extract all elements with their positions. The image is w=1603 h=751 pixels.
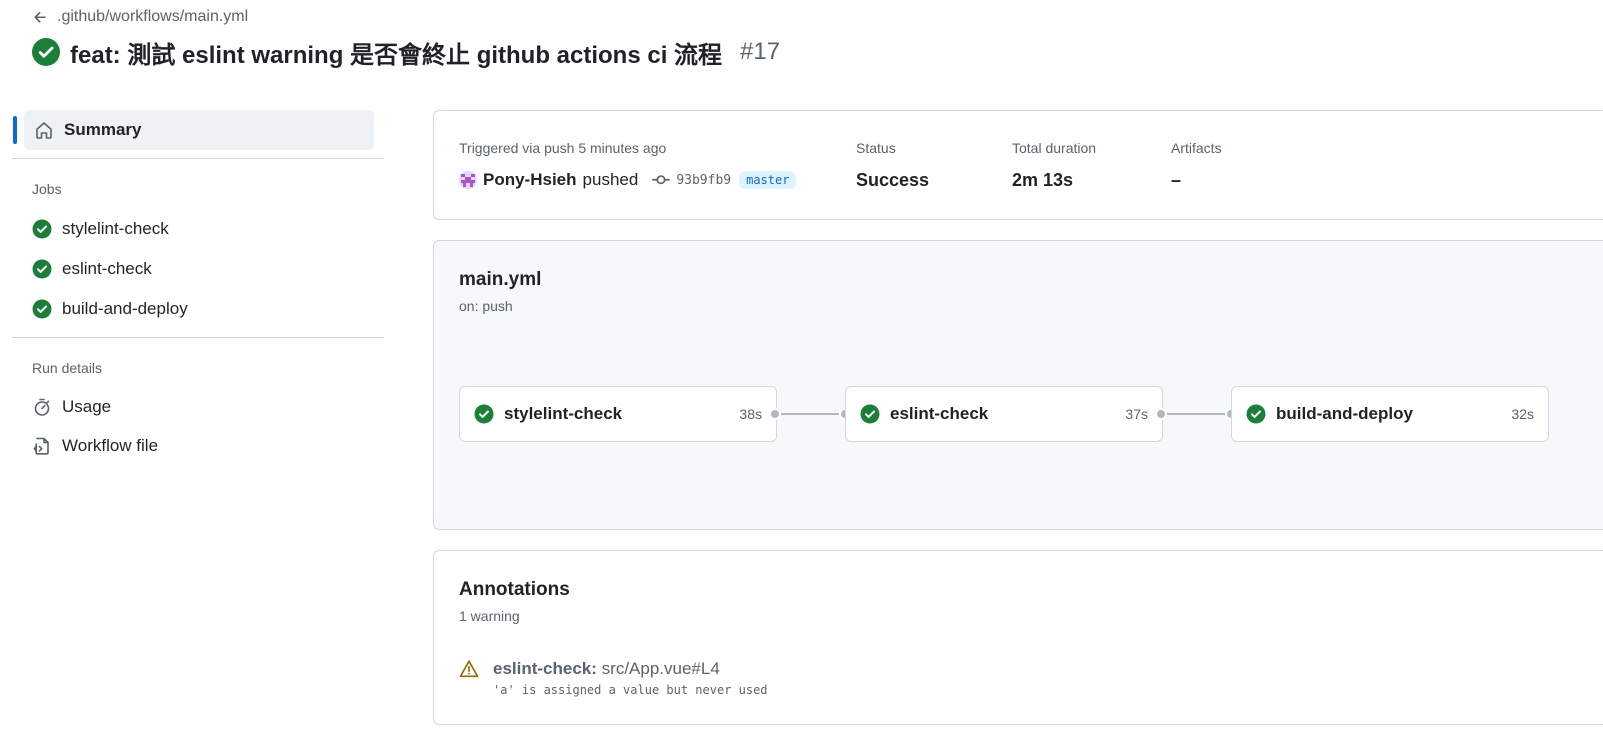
run-summary-panel: Triggered via push 5 minutes ago Pony-Hs… xyxy=(433,110,1603,220)
artifacts-value: – xyxy=(1171,170,1182,190)
identicon-icon xyxy=(461,174,475,187)
workflow-trigger: on: push xyxy=(459,298,513,314)
check-circle-fill-icon xyxy=(32,299,52,319)
stopwatch-icon xyxy=(34,398,50,416)
connector-dot xyxy=(1155,408,1167,420)
job-connector xyxy=(781,413,839,415)
job-duration: 37s xyxy=(1125,406,1148,422)
job-name: build-and-deploy xyxy=(1276,404,1413,423)
annotations-panel: Annotations 1 warning eslint-check: src/… xyxy=(433,550,1603,725)
action-verb: pushed xyxy=(582,170,639,189)
job-card-eslint-check[interactable]: eslint-check 37s xyxy=(845,386,1163,442)
trigger-column: Triggered via push 5 minutes ago Pony-Hs… xyxy=(459,139,797,191)
sidebar-item-label: Summary xyxy=(64,120,142,139)
artifacts-column: Artifacts – xyxy=(1171,139,1222,191)
sidebar-item-label: Usage xyxy=(62,397,112,416)
git-commit-icon xyxy=(652,175,671,185)
annotation-message: 'a' is assigned a value but never used xyxy=(493,683,768,697)
status-value: Success xyxy=(856,170,930,190)
job-duration: 32s xyxy=(1511,406,1534,422)
run-details-heading: Run details xyxy=(32,360,103,376)
annotation-link[interactable]: eslint-check: src/App.vue#L4 xyxy=(493,657,768,681)
commit-sha-link[interactable]: 93b9fb9 xyxy=(676,173,731,188)
sidebar-item-label: Workflow file xyxy=(62,436,159,455)
sidebar-item-label: eslint-check xyxy=(62,259,152,278)
annotation-location: src/App.vue#L4 xyxy=(601,659,720,678)
status-label: Status xyxy=(856,140,896,156)
check-circle-fill-icon xyxy=(32,219,52,239)
sidebar-item-stylelint-check[interactable]: stylelint-check xyxy=(12,209,384,249)
annotation-body: eslint-check: src/App.vue#L4 'a' is assi… xyxy=(493,657,768,697)
job-name: eslint-check xyxy=(890,404,989,423)
sidebar-item-usage[interactable]: Usage xyxy=(12,387,384,427)
annotations-count: 1 warning xyxy=(459,608,520,624)
actor-link[interactable]: Pony-Hsieh xyxy=(483,170,577,190)
run-number: #17 xyxy=(740,38,781,65)
workflow-file-title: main.yml xyxy=(459,269,542,290)
arrow-left-icon xyxy=(34,11,46,23)
divider xyxy=(12,158,384,159)
artifacts-label: Artifacts xyxy=(1171,140,1222,156)
duration-value: 2m 13s xyxy=(1012,170,1074,190)
file-code-icon xyxy=(33,437,49,455)
duration-label: Total duration xyxy=(1012,140,1097,156)
trigger-label: Triggered via push 5 minutes ago xyxy=(459,140,667,156)
check-circle-fill-icon xyxy=(1246,404,1266,424)
job-card-stylelint-check[interactable]: stylelint-check 38s xyxy=(459,386,777,442)
check-circle-fill-icon xyxy=(32,259,52,279)
back-link[interactable]: .github/workflows/main.yml xyxy=(32,6,248,28)
jobs-heading: Jobs xyxy=(32,181,62,197)
check-circle-fill-icon xyxy=(860,404,880,424)
active-indicator xyxy=(13,116,17,144)
trigger-details: Pony-Hsieh pushed 93b9fb9 master xyxy=(459,169,797,191)
home-icon xyxy=(36,122,52,139)
status-column: Status Success xyxy=(856,139,929,191)
job-name: stylelint-check xyxy=(504,404,623,423)
sidebar-item-summary[interactable]: Summary xyxy=(13,110,374,150)
job-card-build-and-deploy[interactable]: build-and-deploy 32s xyxy=(1231,386,1549,442)
page-title-row: feat: 測試 eslint warning 是否會終止 github act… xyxy=(32,36,781,69)
sidebar-item-eslint-check[interactable]: eslint-check xyxy=(12,249,384,289)
annotation-job: eslint-check: xyxy=(493,659,597,678)
job-duration: 38s xyxy=(739,406,762,422)
check-circle-fill-icon xyxy=(474,404,494,424)
divider xyxy=(12,337,384,338)
annotation-item: eslint-check: src/App.vue#L4 'a' is assi… xyxy=(459,657,768,697)
page-title: feat: 測試 eslint warning 是否會終止 github act… xyxy=(70,41,723,69)
sidebar-item-label: build-and-deploy xyxy=(62,299,188,318)
sidebar-item-workflow-file[interactable]: Workflow file xyxy=(12,426,384,466)
sidebar-item-label: stylelint-check xyxy=(62,219,169,238)
alert-icon xyxy=(459,660,479,678)
annotations-title: Annotations xyxy=(459,579,570,600)
branch-badge[interactable]: master xyxy=(739,171,797,189)
connector-dot xyxy=(769,408,781,420)
workflow-graph-panel: main.yml on: push stylelint-check 38s es… xyxy=(433,240,1603,530)
sidebar: Summary Jobs stylelint-check eslint-chec… xyxy=(12,110,384,466)
duration-column: Total duration 2m 13s xyxy=(1012,139,1096,191)
workflow-path: .github/workflows/main.yml xyxy=(57,8,249,25)
check-circle-fill-icon xyxy=(32,38,60,66)
job-connector xyxy=(1167,413,1225,415)
sidebar-item-build-and-deploy[interactable]: build-and-deploy xyxy=(12,289,384,329)
avatar[interactable] xyxy=(459,171,477,189)
